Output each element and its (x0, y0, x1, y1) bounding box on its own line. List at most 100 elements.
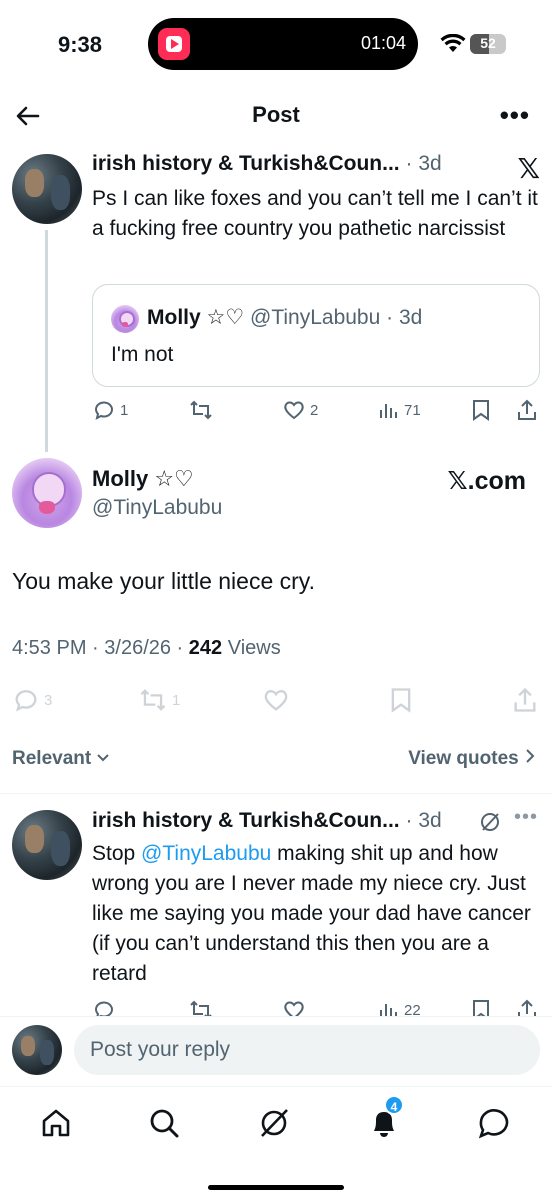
main-tweet-date: 3/26/26 (104, 637, 171, 659)
composer-avatar (12, 1025, 62, 1075)
tweet-text: Ps I can like foxes and you can’t tell m… (92, 187, 538, 240)
main-tweet-views-count: 242 (188, 637, 223, 659)
quote-handle: @TinyLabubu (250, 306, 381, 329)
notifications-badge: 4 (384, 1095, 404, 1115)
share-button[interactable] (516, 398, 538, 422)
reply-more-icon[interactable]: ••• (514, 806, 538, 829)
reply-count: 1 (120, 401, 129, 419)
island-timer: 01:04 (360, 33, 406, 53)
reply-text: Stop @TinyLabubu making shit up and how … (92, 839, 540, 989)
chevron-down-icon (97, 754, 110, 762)
reply-avatar[interactable] (12, 810, 82, 880)
main-like-button[interactable] (262, 686, 290, 714)
messages-icon[interactable] (476, 1105, 512, 1141)
main-tweet-time: 4:53 PM (12, 637, 87, 659)
grok-icon[interactable] (478, 810, 502, 834)
main-author-name[interactable]: Molly ☆♡ (92, 466, 194, 492)
status-time: 9:38 (58, 32, 103, 57)
xcom-watermark: 𝕏.com (447, 467, 527, 495)
main-retweet-button[interactable]: 1 (138, 686, 180, 714)
thread-line (45, 230, 48, 452)
reply-views-button[interactable]: 22 (378, 998, 421, 1016)
reply-bookmark-button[interactable] (470, 998, 492, 1016)
home-indicator (208, 1185, 344, 1190)
quote-header: Molly ☆♡ @TinyLabubu · 3d (147, 306, 423, 329)
page-title: Post (252, 102, 300, 127)
main-avatar[interactable] (12, 458, 82, 528)
reply-share-button[interactable] (516, 998, 538, 1016)
quote-author-name: Molly ☆♡ (147, 306, 245, 329)
reply-author-name[interactable]: irish history & Turkish&Coun... (92, 809, 400, 832)
bottom-nav: 4 (0, 1086, 552, 1200)
main-tweet-actions: 3 1 (12, 686, 540, 716)
view-quotes-button[interactable]: View quotes (408, 748, 536, 770)
reply-reply-button[interactable] (92, 998, 116, 1016)
view-quotes-label: View quotes (408, 748, 519, 769)
avatar[interactable] (12, 154, 82, 224)
replies-sort-row: Relevant View quotes (0, 744, 552, 774)
dynamic-island[interactable]: 01:04 (148, 18, 418, 70)
reply-icon (15, 690, 37, 712)
reply-text-start: Stop (92, 842, 142, 865)
heart-icon (264, 690, 288, 711)
heart-icon (284, 1001, 304, 1016)
main-author-handle[interactable]: @TinyLabubu (92, 496, 222, 520)
share-icon (514, 687, 536, 712)
views-icon (380, 1004, 397, 1016)
battery-indicator: 52 (470, 34, 506, 54)
bookmark-icon (473, 400, 489, 421)
main-reply-button[interactable]: 3 (12, 686, 52, 714)
bookmark-icon (473, 1000, 489, 1016)
reply-time[interactable]: 3d (418, 809, 441, 832)
quoted-tweet[interactable]: Molly ☆♡ @TinyLabubu · 3d I'm not (92, 284, 540, 387)
quote-time: 3d (398, 306, 423, 329)
reply-button[interactable]: 1 (92, 398, 128, 422)
reply-composer (0, 1016, 552, 1086)
author-name[interactable]: irish history & Turkish&Coun... (92, 152, 400, 175)
views-button[interactable]: 71 (378, 398, 421, 422)
mention-link[interactable]: @TinyLabubu (141, 842, 271, 865)
main-tweet-meta: 4:53 PM · 3/26/26 · 242 Views (12, 637, 281, 659)
x-logo-icon: 𝕏 (517, 153, 540, 184)
relevant-label: Relevant (12, 748, 92, 769)
search-icon[interactable] (146, 1105, 182, 1141)
bookmark-button[interactable] (470, 398, 492, 422)
bookmark-icon (391, 688, 411, 713)
share-icon (518, 999, 536, 1016)
relevant-sort-button[interactable]: Relevant (12, 748, 110, 770)
divider (0, 793, 552, 794)
quote-text: I'm not (111, 343, 174, 366)
home-icon[interactable] (38, 1105, 74, 1141)
tweet-header: irish history & Turkish&Coun... · 3d (92, 152, 442, 175)
reply-header: irish history & Turkish&Coun... · 3d (92, 809, 442, 832)
reply-retweet-button[interactable] (188, 998, 214, 1016)
battery-level: 52 (480, 35, 496, 51)
chevron-right-icon (526, 749, 535, 763)
recording-app-icon (158, 28, 190, 60)
main-bookmark-button[interactable] (388, 686, 414, 714)
wifi-icon (440, 34, 466, 52)
reply-views-count: 22 (404, 1001, 421, 1017)
grok-nav-icon[interactable] (256, 1105, 292, 1141)
tweet-actions: 1 2 71 (92, 398, 540, 428)
reply-icon (95, 1001, 113, 1016)
reply-like-button[interactable] (282, 998, 306, 1016)
quote-avatar (111, 305, 139, 333)
retweet-button[interactable] (188, 398, 214, 422)
main-retweet-count: 1 (172, 691, 181, 709)
main-reply-count: 3 (44, 691, 53, 709)
notifications-button[interactable]: 4 (366, 1095, 404, 1141)
like-button[interactable]: 2 (282, 398, 318, 422)
reply-input[interactable] (74, 1025, 540, 1075)
more-options-icon[interactable]: ••• (500, 100, 530, 131)
post-header: Post ••• (0, 90, 552, 142)
retweet-icon (190, 1000, 212, 1016)
retweet-icon (190, 400, 212, 420)
reply-icon (95, 401, 113, 420)
retweet-icon (140, 689, 166, 711)
tweet-time[interactable]: 3d (418, 152, 441, 175)
status-bar: 9:38 01:04 52 (0, 0, 552, 90)
views-count: 71 (404, 401, 421, 419)
main-share-button[interactable] (512, 686, 538, 714)
like-count: 2 (310, 401, 319, 419)
